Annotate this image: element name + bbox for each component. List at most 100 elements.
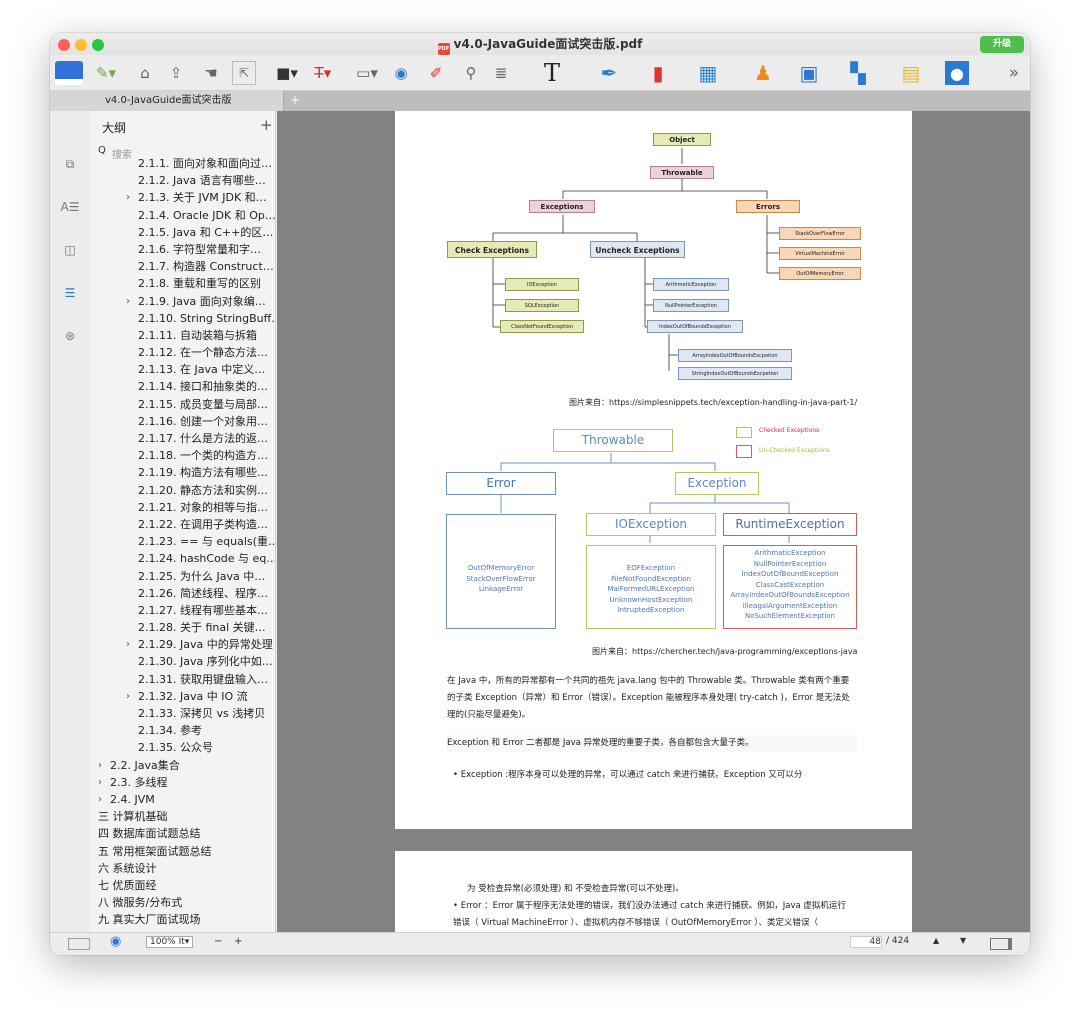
select-tool-icon[interactable]: ⇱	[232, 61, 256, 85]
sidebar-view-icon[interactable]	[55, 61, 83, 85]
outline-item[interactable]: › 2.4. JVM	[90, 791, 275, 808]
grid-tool-icon[interactable]: ▚	[845, 61, 871, 85]
bookmarks-icon[interactable]: ◫	[60, 243, 80, 257]
translate-tool-icon[interactable]: ▤	[898, 61, 924, 85]
text-color-icon[interactable]: ■▾	[272, 61, 302, 85]
outline-item[interactable]: 2.1.15. 成员变量与局部…	[90, 396, 275, 413]
outline-item[interactable]: 2.1.20. 静态方法和实例…	[90, 482, 275, 499]
strikethrough-icon[interactable]: T̶▾	[308, 61, 338, 85]
share-icon[interactable]: ⇪	[166, 61, 186, 85]
outline-item[interactable]: 2.1.34. 参考	[90, 722, 275, 739]
outline-item[interactable]: 2.1.17. 什么是方法的返…	[90, 430, 275, 447]
zoom-out-button[interactable]: −	[214, 936, 222, 947]
outline-item[interactable]: 2.1.6. 字符型常量和字…	[90, 241, 275, 258]
outline-icon[interactable]: ☰	[60, 286, 80, 300]
outline-item[interactable]: ›九 真实大厂面试现场	[90, 911, 275, 928]
more-tools-icon[interactable]: »	[1004, 61, 1024, 85]
table-tool-icon[interactable]: ▦	[695, 61, 721, 85]
page-number-input[interactable]: 48	[850, 936, 882, 948]
close-window-button[interactable]	[58, 39, 70, 51]
exception-box: Exception	[675, 472, 759, 495]
new-tab-button[interactable]: +	[290, 91, 300, 110]
reading-mode-eye-icon[interactable]: ◉	[110, 934, 121, 949]
outline-item-label: 2.1.18. 一个类的构造方…	[138, 449, 268, 463]
outline-item[interactable]: 2.1.28. 关于 final 关键…	[90, 619, 275, 636]
outline-item[interactable]: 2.1.18. 一个类的构造方…	[90, 447, 275, 464]
minimize-window-button[interactable]	[75, 39, 87, 51]
drop-tool-icon[interactable]: ●	[945, 61, 969, 85]
outline-item[interactable]: ›三 计算机基础	[90, 808, 275, 825]
tag-tool-icon[interactable]: ▮	[646, 61, 670, 85]
outline-item[interactable]: 2.1.8. 重载和重写的区别	[90, 275, 275, 292]
next-page-button[interactable]: ▼	[960, 936, 966, 945]
outline-item[interactable]: 2.1.14. 接口和抽象类的…	[90, 378, 275, 395]
chevron-right-icon[interactable]: ›	[126, 293, 130, 310]
outline-item[interactable]: 2.1.22. 在调用子类构造…	[90, 516, 275, 533]
outline-item[interactable]: 2.1.1. 面向对象和面向过…	[90, 155, 275, 172]
zoom-input[interactable]: 100% It▾	[146, 936, 194, 948]
chevron-right-icon[interactable]: ›	[98, 774, 102, 791]
outline-item[interactable]: ›四 数据库面试题总结	[90, 825, 275, 842]
image-tool-icon[interactable]: ▣	[794, 61, 824, 85]
outline-item[interactable]: 2.1.10. String StringBuff…	[90, 310, 275, 327]
outline-item[interactable]: 2.1.7. 构造器 Construct…	[90, 258, 275, 275]
outline-item[interactable]: 2.1.26. 简述线程、程序…	[90, 585, 275, 602]
chevron-right-icon[interactable]: ›	[126, 189, 130, 206]
outline-item[interactable]: 2.1.11. 自动装箱与拆箱	[90, 327, 275, 344]
hand-tool-icon[interactable]: ☚	[201, 61, 221, 85]
zoom-in-button[interactable]: +	[234, 936, 242, 947]
outline-item[interactable]: › 2.3. 多线程	[90, 774, 275, 791]
highlight-tool-icon[interactable]: ✎▾	[90, 61, 122, 85]
rectangle-tool-icon[interactable]: ▭▾	[352, 61, 382, 85]
eye-tool-icon[interactable]: ◉	[390, 61, 412, 85]
outline-item[interactable]: › 2.2. Java集合	[90, 757, 275, 774]
outline-item[interactable]: ›七 优质面经	[90, 877, 275, 894]
zoom-window-button[interactable]	[92, 39, 104, 51]
outline-item[interactable]: 2.1.5. Java 和 C++的区…	[90, 224, 275, 241]
signature-tool-icon[interactable]: ✒	[595, 61, 623, 85]
outline-item[interactable]: 2.1.31. 获取用键盘输入…	[90, 671, 275, 688]
zoom-menu[interactable]: It	[179, 937, 185, 947]
thumbnails-icon[interactable]: ⧉	[60, 157, 80, 172]
chevron-right-icon[interactable]: ›	[98, 757, 102, 774]
outline-item[interactable]: › 2.1.9. Java 面向对象编…	[90, 293, 275, 310]
chevron-right-icon[interactable]: ›	[98, 791, 102, 808]
link-tool-icon[interactable]: ⚲	[460, 61, 482, 85]
outline-item[interactable]: 八 微服务/分布式	[90, 894, 275, 911]
pen-tool-icon[interactable]: ✐	[425, 61, 447, 85]
outline-item[interactable]: 2.1.35. 公众号	[90, 739, 275, 756]
outline-item[interactable]: 2.1.23. == 与 equals(重…	[90, 533, 275, 550]
outline-item[interactable]: 2.1.30. Java 序列化中如…	[90, 653, 275, 670]
outline-item[interactable]: 2.1.21. 对象的相等与指…	[90, 499, 275, 516]
layout-toggle-icon[interactable]	[68, 938, 90, 950]
outline-item[interactable]: 2.1.2. Java 语言有哪些…	[90, 172, 275, 189]
outline-item[interactable]: 2.1.25. 为什么 Java 中…	[90, 568, 275, 585]
prev-page-button[interactable]: ▲	[933, 936, 939, 945]
outline-item[interactable]: 2.1.24. hashCode 与 eq…	[90, 550, 276, 567]
chevron-right-icon[interactable]: ›	[126, 636, 130, 653]
outline-item[interactable]: 2.1.33. 深拷贝 vs 浅拷贝	[90, 705, 275, 722]
outline-item[interactable]: 2.1.4. Oracle JDK 和 Op…	[90, 207, 275, 224]
outline-item[interactable]: ›五 常用框架面试题总结	[90, 843, 275, 860]
note-tool-icon[interactable]: ≣	[490, 61, 512, 85]
stamp-tool-icon[interactable]: ♟	[750, 61, 776, 85]
search-results-icon[interactable]: ⊛	[60, 329, 80, 343]
lasso-icon[interactable]: ⌂	[135, 61, 155, 85]
fullscreen-icon[interactable]	[990, 938, 1012, 950]
add-outline-button[interactable]: +	[260, 116, 273, 134]
outline-item[interactable]: › 2.1.29. Java 中的异常处理	[90, 636, 275, 653]
outline-item[interactable]: 2.1.16. 创建一个对象用…	[90, 413, 275, 430]
outline-item[interactable]: 2.1.12. 在一个静态方法…	[90, 344, 275, 361]
annotations-icon[interactable]: A☰	[60, 200, 80, 214]
outline-item[interactable]: 2.1.27. 线程有哪些基本…	[90, 602, 275, 619]
outline-item[interactable]: 2.1.13. 在 Java 中定义…	[90, 361, 275, 378]
outline-item[interactable]: ›六 系统设计	[90, 860, 275, 877]
upgrade-button[interactable]: 升级	[980, 36, 1024, 53]
outline-item[interactable]: › 2.1.3. 关于 JVM JDK 和…	[90, 189, 275, 206]
text-tool-icon[interactable]: T	[538, 59, 566, 87]
outline-item[interactable]: 2.1.19. 构造方法有哪些…	[90, 464, 275, 481]
tab-document[interactable]: v4.0-JavaGuide面试突击版	[50, 91, 284, 111]
chevron-right-icon[interactable]: ›	[126, 688, 130, 705]
outline-item[interactable]: › 2.1.32. Java 中 IO 流	[90, 688, 275, 705]
outline-item-label: 2.1.24. hashCode 与 eq…	[138, 552, 276, 566]
